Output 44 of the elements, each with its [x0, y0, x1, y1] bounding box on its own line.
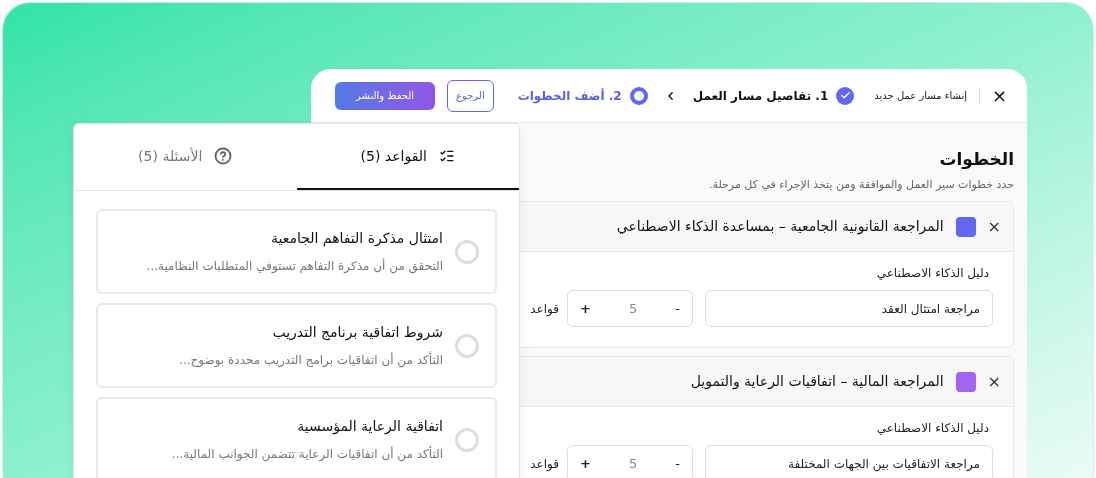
panel-tab[interactable]: الأسئلة (5) [74, 124, 297, 190]
guide-field[interactable]: مراجعة الاتفاقيات بين الجهات المختلفة [705, 445, 993, 478]
rule-card[interactable]: امتثال مذكرة التفاهم الجامعية التحقق من أن مذكرة التفاهم تستوفي المتطلبات النظامية... [96, 209, 497, 294]
field-label: دليل الذكاء الاصطناعي [876, 265, 990, 282]
rule-card[interactable]: شروط اتفاقية برنامج التدريب التأكد من أن اتفاقيات برامج التدريب محددة بوضوح... [96, 303, 497, 388]
rule-title: امتثال مذكرة التفاهم الجامعية [269, 229, 443, 249]
field-label: قواعد [530, 455, 559, 473]
step-label[interactable]: 2. أضف الخطوات [517, 86, 622, 105]
step-title: المراجعة القانونية الجامعية – بمساعدة الذكاء الاصطناعي [616, 217, 944, 237]
publish-button[interactable]: الحفظ والنشر [335, 81, 435, 110]
rule-description: التحقق من أن مذكرة التفاهم تستوفي المتطلبات النظامية... [146, 257, 443, 275]
rule-title: شروط اتفاقية برنامج التدريب [271, 323, 443, 343]
radio-button[interactable] [455, 239, 479, 264]
step-title: المراجعة المالية – اتفاقيات الرعاية والتمويل [690, 372, 944, 392]
guide-field[interactable]: مراجعة امتثال العقد [705, 290, 993, 327]
remove-button[interactable]: × [987, 218, 1001, 235]
section-title: الخطوات [939, 148, 1014, 171]
plus-button[interactable]: + [580, 453, 591, 474]
help-icon [214, 147, 233, 165]
back-button[interactable]: الرجوع [447, 79, 494, 112]
rule-title: اتفاقية الرعاية المؤسسية [296, 417, 443, 437]
check-icon [836, 86, 855, 105]
radio-button[interactable] [455, 427, 479, 452]
field-label: قواعد [530, 300, 559, 318]
step-ring-icon [629, 86, 648, 105]
panel-tab[interactable]: القواعد (5) [296, 124, 519, 190]
count-value: 5 [628, 454, 638, 473]
close-button[interactable]: × [991, 86, 1007, 105]
number-stepper[interactable]: - 5 + [567, 445, 693, 478]
remove-button[interactable]: × [987, 373, 1001, 390]
number-stepper[interactable]: - 5 + [567, 290, 693, 327]
checklist-icon [438, 148, 455, 164]
count-value: 5 [628, 299, 638, 318]
window-title: إنشاء مسار عمل جديد [874, 89, 967, 103]
rule-card[interactable]: اتفاقية الرعاية المؤسسية التأكد من أن اتفاقيات الرعاية تتضمن الجوانب المالية... [96, 397, 497, 478]
radio-button[interactable] [455, 333, 479, 358]
section-subtitle: حدد خطوات سير العمل والموافقة ومن يتخذ الإجراء في كل مرحلة. [709, 176, 1014, 193]
rule-description: التأكد من أن اتفاقيات الرعاية تتضمن الجوانب المالية... [171, 445, 443, 463]
minus-button[interactable]: - [675, 453, 680, 474]
plus-button[interactable]: + [580, 298, 591, 319]
step-label[interactable]: 1. تفاصيل مسار العمل [692, 86, 829, 105]
minus-button[interactable]: - [675, 298, 680, 319]
rule-description: التأكد من أن اتفاقيات برامج التدريب محددة بوضوح... [179, 351, 443, 369]
field-label: دليل الذكاء الاصطناعي [876, 420, 990, 437]
